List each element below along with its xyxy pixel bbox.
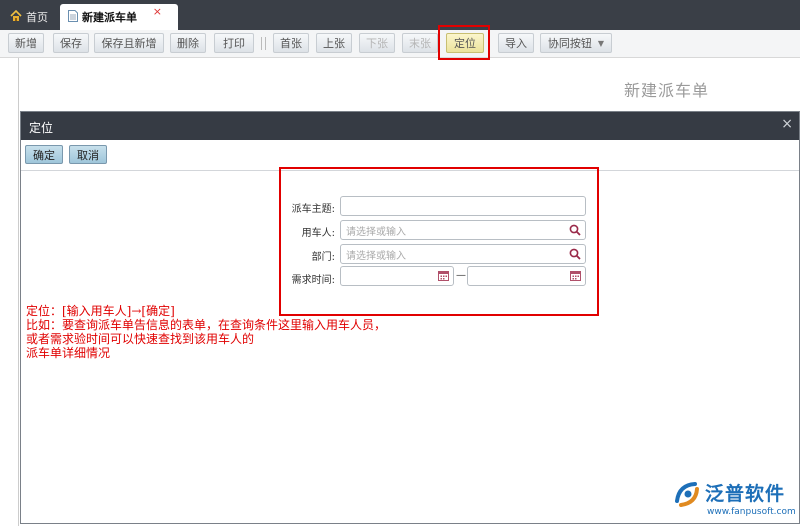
import-button[interactable]: 导入 — [498, 33, 534, 53]
logo-url: www.fanpusoft.com — [707, 507, 796, 517]
chevron-down-icon: ▼ — [597, 38, 605, 48]
toolbar-separator — [261, 37, 262, 50]
time-end-input[interactable] — [467, 266, 586, 286]
subject-input[interactable] — [340, 196, 586, 216]
search-icon[interactable] — [569, 224, 581, 239]
save-button[interactable]: 保存 — [53, 33, 89, 53]
search-icon[interactable] — [569, 248, 581, 263]
dept-input[interactable]: 请选择或输入 — [340, 244, 586, 264]
dialog-toolbar: 确定 取消 — [21, 140, 799, 171]
time-label: 需求时间: — [291, 275, 335, 286]
add-button[interactable]: 新增 — [8, 33, 44, 53]
user-placeholder: 请选择或输入 — [346, 226, 406, 238]
logo-name: 泛普软件 — [705, 483, 786, 505]
document-icon — [68, 9, 78, 25]
coop-button-label: 协同按钮 — [547, 37, 592, 50]
prev-button[interactable]: 上张 — [316, 33, 352, 53]
calendar-icon[interactable] — [438, 270, 449, 284]
annotation-text: 定位：[输入用车人]→[确定] 比如：要查询派车单告信息的表单，在查询条件这里输入… — [26, 304, 386, 360]
locate-button[interactable]: 定位 — [446, 33, 484, 53]
annotation-line: 定位：[输入用车人]→[确定] — [26, 304, 175, 318]
tab-home[interactable]: 首页 — [4, 4, 56, 30]
last-button[interactable]: 末张 — [402, 33, 438, 53]
confirm-button[interactable]: 确定 — [25, 145, 63, 164]
annotation-line: 或者需求验时间可以快速查找到该用车人的 — [26, 332, 255, 346]
annotation-line: 派车单详细情况 — [26, 346, 111, 360]
time-start-input[interactable] — [340, 266, 454, 286]
calendar-icon[interactable] — [570, 270, 581, 284]
tab-bar: 首页 新建派车单 × — [0, 0, 800, 30]
next-button[interactable]: 下张 — [359, 33, 395, 53]
dept-placeholder: 请选择或输入 — [346, 250, 406, 262]
page-title: 新建派车单 — [624, 81, 710, 100]
tab-home-label: 首页 — [26, 11, 48, 24]
logo-mark-icon — [673, 479, 703, 512]
time-range-separator: — — [456, 270, 466, 281]
dept-label: 部门: — [311, 252, 335, 263]
brand-logo: 泛普软件 www.fanpusoft.com — [669, 475, 800, 526]
toolbar-separator — [265, 37, 266, 50]
dialog-header: 定位 × — [21, 112, 799, 140]
user-label: 用车人: — [301, 228, 335, 239]
first-button[interactable]: 首张 — [273, 33, 309, 53]
close-icon[interactable]: × — [781, 116, 793, 132]
coop-dropdown-button[interactable]: 协同按钮 ▼ — [540, 33, 612, 53]
subject-label: 派车主题: — [291, 204, 335, 215]
save-and-new-button[interactable]: 保存且新增 — [94, 33, 164, 53]
close-icon[interactable]: × — [153, 5, 162, 18]
tab-new-dispatch[interactable]: 新建派车单 × — [60, 4, 178, 30]
print-button[interactable]: 打印 — [214, 33, 254, 53]
home-icon — [10, 9, 22, 24]
user-input[interactable]: 请选择或输入 — [340, 220, 586, 240]
dialog-title: 定位 — [29, 121, 54, 135]
delete-button[interactable]: 删除 — [170, 33, 206, 53]
tab-new-dispatch-label: 新建派车单 — [82, 11, 137, 24]
cancel-button[interactable]: 取消 — [69, 145, 107, 164]
annotation-line: 比如：要查询派车单告信息的表单，在查询条件这里输入用车人员， — [26, 318, 387, 332]
toolbar: 新增 保存 保存且新增 删除 打印 首张 上张 下张 末张 定位 导入 协同按钮… — [0, 30, 800, 58]
